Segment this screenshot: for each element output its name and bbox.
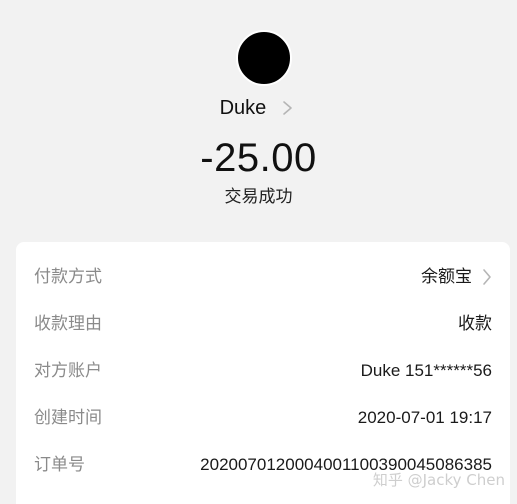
detail-label: 创建时间 bbox=[34, 408, 102, 428]
payee-avatar[interactable] bbox=[236, 30, 292, 86]
detail-label: 订单号 bbox=[34, 455, 85, 475]
detail-value: 收款 bbox=[458, 314, 492, 334]
detail-row-payment-method[interactable]: 付款方式 余额宝 bbox=[16, 254, 510, 300]
payee-name: Duke bbox=[219, 97, 267, 119]
payee-link[interactable]: Duke bbox=[0, 94, 517, 122]
chevron-right-icon bbox=[283, 101, 293, 115]
transaction-status: 交易成功 bbox=[224, 187, 293, 207]
transaction-amount: -25.00 bbox=[200, 136, 317, 180]
transaction-header: Duke -25.00 交易成功 bbox=[0, 0, 517, 240]
detail-row-created-time: 创建时间 2020-07-01 19:17 bbox=[16, 395, 510, 441]
detail-row-counterparty-account: 对方账户 Duke 151******56 bbox=[16, 348, 510, 394]
detail-label: 对方账户 bbox=[34, 361, 102, 381]
chevron-right-icon bbox=[483, 269, 491, 285]
detail-value: 余额宝 bbox=[421, 254, 494, 300]
watermark: 知乎 @Jacky Chen bbox=[372, 471, 505, 489]
payment-method-value: 余额宝 bbox=[421, 267, 472, 287]
details-card: 付款方式 余额宝 收款理由 收款 对方账户 Duke 151******56 创… bbox=[16, 242, 510, 504]
detail-value: Duke 151******56 bbox=[360, 361, 492, 380]
detail-label: 付款方式 bbox=[34, 267, 102, 287]
detail-row-reason: 收款理由 收款 bbox=[16, 301, 510, 347]
detail-label: 收款理由 bbox=[34, 314, 102, 334]
detail-value: 2020-07-01 19:17 bbox=[357, 408, 492, 427]
